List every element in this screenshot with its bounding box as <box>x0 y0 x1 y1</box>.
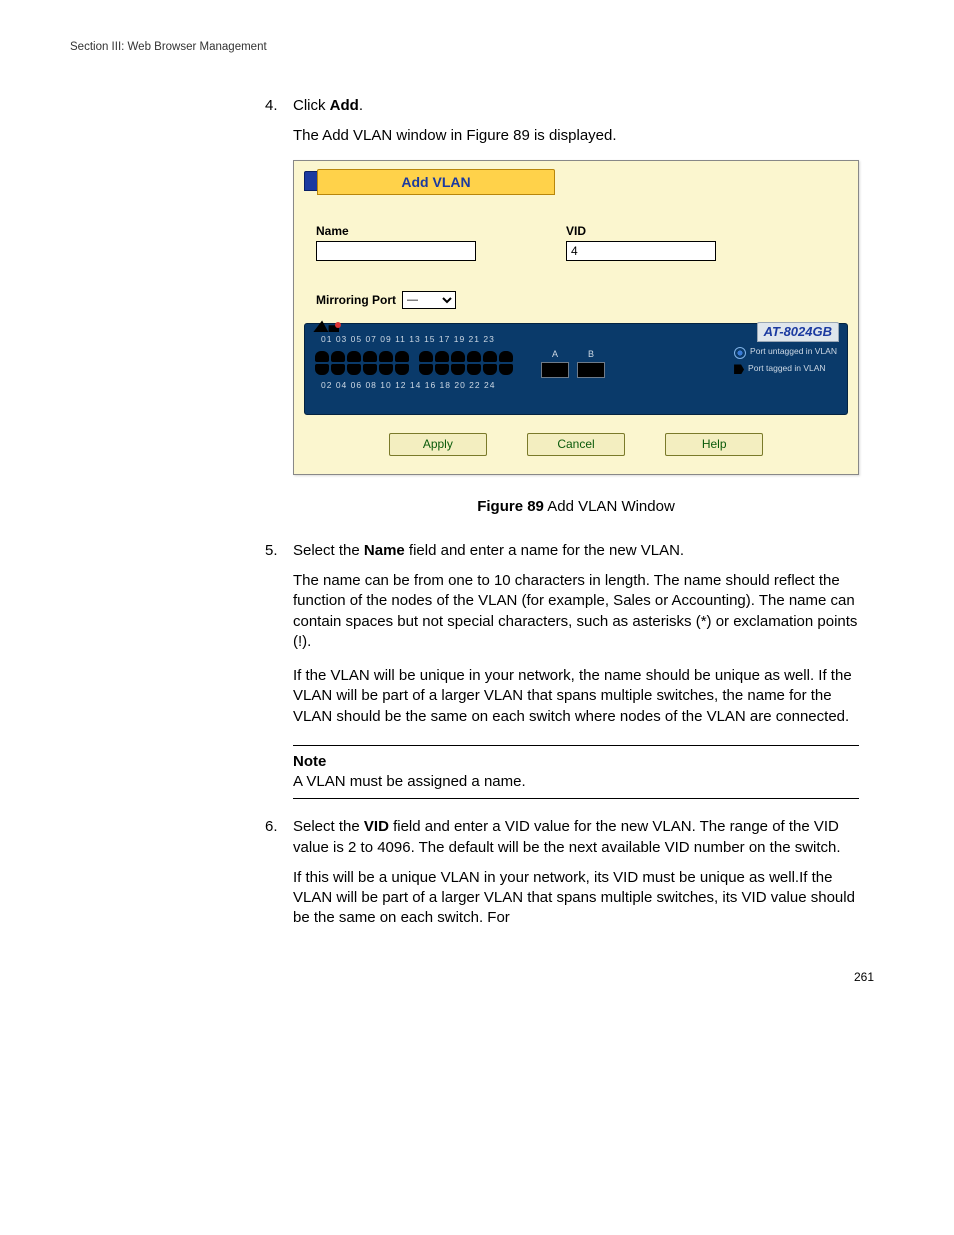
note-title: Note <box>293 752 859 772</box>
note-box: Note A VLAN must be assigned a name. <box>293 745 859 800</box>
step-6: 6. Select the VID field and enter a VID … <box>265 817 859 928</box>
port-group-top-left[interactable] <box>315 351 409 362</box>
untagged-icon <box>734 347 746 359</box>
running-head: Section III: Web Browser Management <box>70 40 884 56</box>
port-legend: Port untagged in VLAN Port tagged in VLA… <box>734 346 837 378</box>
step-6-text: Select the VID field and enter a VID val… <box>293 818 841 855</box>
brand-logo-dot-icon <box>335 322 341 328</box>
step-4-text: Click Add. <box>293 97 363 114</box>
step-6-number: 6. <box>265 817 278 837</box>
legend-untagged-text: Port untagged in VLAN <box>750 346 837 356</box>
switch-diagram: AT-8024GB 01 03 05 07 09 11 13 15 17 19 … <box>304 323 848 415</box>
cancel-button[interactable]: Cancel <box>527 433 625 455</box>
uplink-b-label: B <box>577 348 605 360</box>
step-5: 5. Select the Name field and enter a nam… <box>265 541 859 727</box>
tagged-icon <box>734 364 744 374</box>
step-5-text: Select the Name field and enter a name f… <box>293 542 684 559</box>
note-body: A VLAN must be assigned a name. <box>293 772 859 792</box>
mirroring-port-label: Mirroring Port <box>316 292 396 308</box>
switch-model: AT-8024GB <box>757 322 839 342</box>
name-label: Name <box>316 223 476 239</box>
tab-add-vlan[interactable]: Add VLAN <box>317 169 555 195</box>
port-numbers-bottom: 02 04 06 08 10 12 14 16 18 20 22 24 <box>321 380 837 391</box>
step-4-after: The Add VLAN window in Figure 89 is disp… <box>293 126 859 146</box>
step-4-number: 4. <box>265 96 278 116</box>
uplink-a-label: A <box>541 348 569 360</box>
step-5-para-2: If the VLAN will be unique in your netwo… <box>293 666 859 727</box>
name-input[interactable] <box>316 241 476 261</box>
uplink-b-port[interactable] <box>577 362 605 378</box>
step-6-para-1: If this will be a unique VLAN in your ne… <box>293 868 859 929</box>
mirroring-port-select[interactable]: — <box>402 291 456 309</box>
vid-field-group: VID <box>566 223 716 261</box>
port-group-bot-left[interactable] <box>315 364 409 375</box>
add-vlan-window: Add VLAN Name VID <box>293 160 859 475</box>
vid-label: VID <box>566 223 716 239</box>
figure-caption: Figure 89 Add VLAN Window <box>293 497 859 517</box>
name-field-group: Name <box>316 223 476 261</box>
tab-bar: Add VLAN <box>304 169 858 195</box>
step-4: 4. Click Add. The Add VLAN window in Fig… <box>265 96 859 517</box>
step-5-para-1: The name can be from one to 10 character… <box>293 571 859 652</box>
uplink-a-port[interactable] <box>541 362 569 378</box>
page-number: 261 <box>70 969 884 985</box>
page-content: 4. Click Add. The Add VLAN window in Fig… <box>265 96 859 929</box>
port-group-bot-right[interactable] <box>419 364 513 375</box>
apply-button[interactable]: Apply <box>389 433 487 455</box>
legend-tagged-text: Port tagged in VLAN <box>748 363 826 373</box>
port-group-top-right[interactable] <box>419 351 513 362</box>
vid-input[interactable] <box>566 241 716 261</box>
help-button[interactable]: Help <box>665 433 763 455</box>
step-5-number: 5. <box>265 541 278 561</box>
